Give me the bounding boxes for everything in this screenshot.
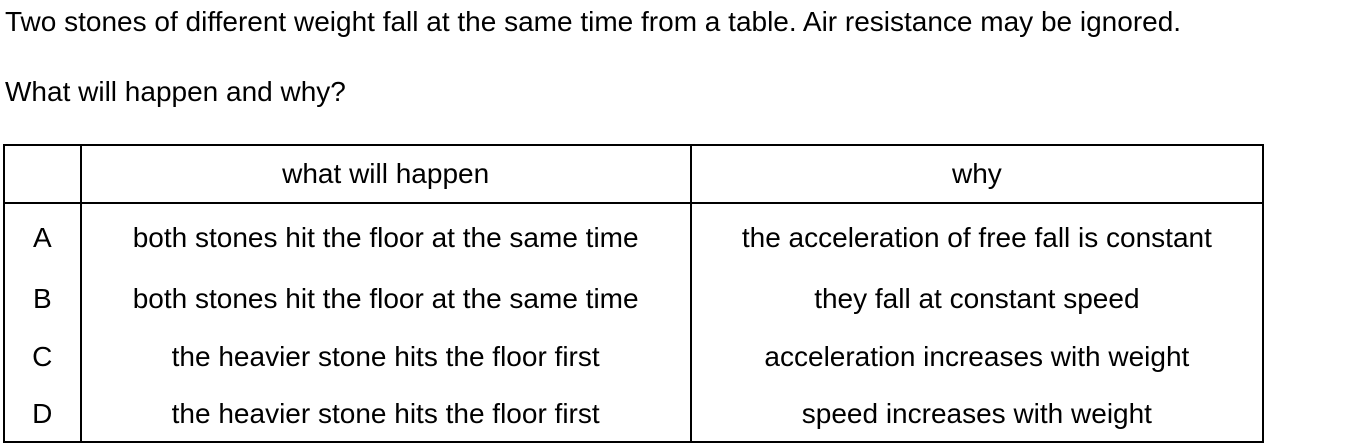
option-why: they fall at constant speed bbox=[814, 283, 1140, 314]
table-row: B both stones hit the floor at the same … bbox=[4, 270, 1263, 328]
header-why: why bbox=[690, 145, 1263, 204]
table-row: C the heavier stone hits the floor first… bbox=[4, 328, 1263, 386]
answer-options-table: what will happen why A both stones hit t… bbox=[3, 144, 1264, 443]
table-row: A both stones hit the floor at the same … bbox=[4, 203, 1263, 270]
option-why: the acceleration of free fall is constan… bbox=[741, 222, 1212, 253]
option-letter: A bbox=[4, 203, 82, 270]
option-why: acceleration increases with weight bbox=[764, 341, 1190, 372]
option-what: both stones hit the floor at the same ti… bbox=[80, 203, 692, 270]
option-letter: B bbox=[4, 270, 82, 328]
option-what: the heavier stone hits the floor first bbox=[80, 386, 692, 442]
header-letter-cell bbox=[4, 145, 82, 204]
option-why: speed increases with weight bbox=[801, 397, 1152, 429]
option-what: both stones hit the floor at the same ti… bbox=[80, 270, 692, 328]
table-header-row: what will happen why bbox=[4, 145, 1263, 204]
option-letter: D bbox=[4, 386, 82, 442]
option-what: the heavier stone hits the floor first bbox=[80, 328, 692, 386]
header-what-will-happen: what will happen bbox=[80, 145, 692, 204]
table-row: D the heavier stone hits the floor first… bbox=[4, 386, 1263, 442]
option-letter: C bbox=[4, 328, 82, 386]
question-text: Two stones of different weight fall at t… bbox=[5, 6, 1182, 37]
question-prompt: What will happen and why? bbox=[5, 76, 346, 107]
